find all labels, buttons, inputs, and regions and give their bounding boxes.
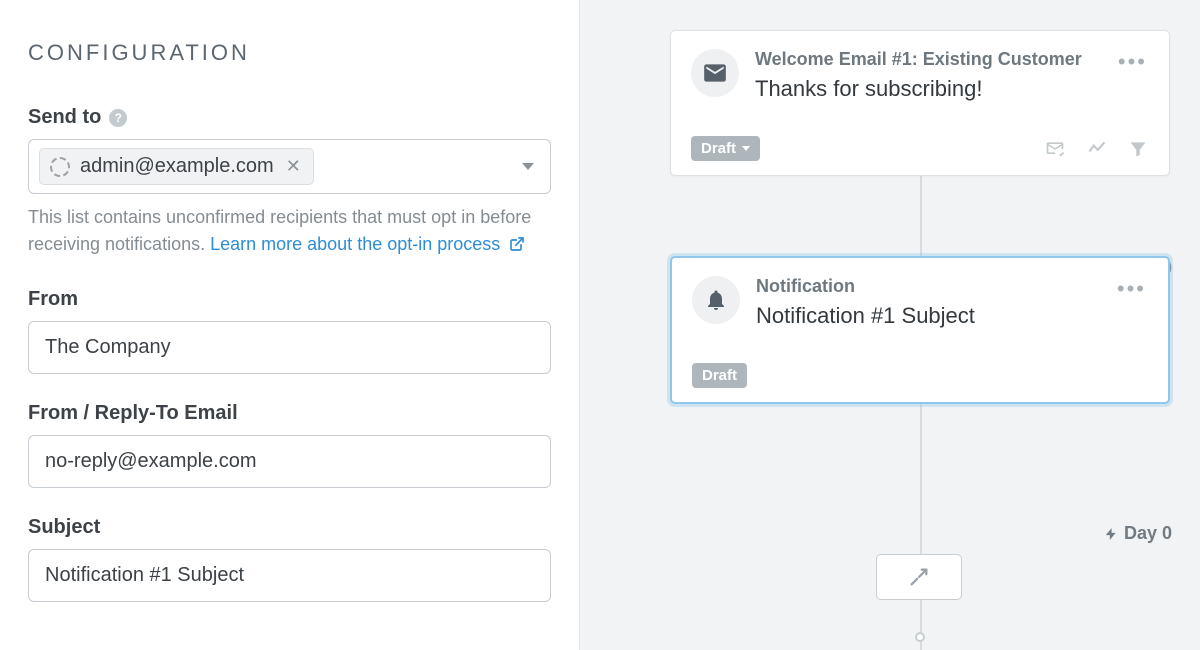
subject-label: Subject — [28, 516, 551, 539]
branch-node[interactable] — [876, 554, 962, 600]
card-action-icons — [1043, 139, 1149, 159]
send-to-label: Send to — [28, 106, 101, 129]
configuration-panel: CONFIGURATION Send to ? admin@example.co… — [0, 0, 580, 650]
from-field: From — [28, 288, 551, 374]
recipient-email: admin@example.com — [80, 155, 274, 178]
learn-more-text: Learn more about the opt-in process — [210, 234, 500, 254]
chevron-down-icon[interactable] — [522, 163, 534, 170]
help-icon[interactable]: ? — [109, 109, 127, 127]
flow-canvas[interactable]: Welcome Email #1: Existing Customer Than… — [580, 0, 1200, 650]
filter-icon[interactable] — [1127, 139, 1149, 159]
flow-card-welcome-email[interactable]: Welcome Email #1: Existing Customer Than… — [670, 30, 1170, 176]
placeholder-circle-icon — [50, 157, 70, 177]
envelope-icon — [691, 49, 739, 97]
mail-check-icon[interactable] — [1043, 139, 1067, 159]
connector-dot — [915, 632, 925, 642]
status-badge[interactable]: Draft — [691, 136, 760, 161]
bell-icon — [692, 276, 740, 324]
send-to-select[interactable]: admin@example.com ✕ — [28, 139, 551, 194]
status-text: Draft — [701, 140, 736, 157]
card-title: Notification — [756, 276, 975, 297]
lightning-icon — [1104, 525, 1118, 543]
learn-more-link[interactable]: Learn more about the opt-in process — [210, 234, 525, 254]
external-link-icon — [509, 233, 525, 260]
analytics-icon[interactable] — [1085, 139, 1109, 159]
card-menu-icon[interactable]: ••• — [1116, 49, 1149, 75]
day-text: Day 0 — [1124, 523, 1172, 544]
remove-recipient-icon[interactable]: ✕ — [284, 156, 303, 177]
recipient-token: admin@example.com ✕ — [39, 148, 314, 185]
card-subtitle: Thanks for subscribing! — [755, 76, 1082, 102]
reply-to-label: From / Reply-To Email — [28, 402, 551, 425]
branch-icon — [908, 566, 930, 588]
reply-to-field: From / Reply-To Email — [28, 402, 551, 488]
panel-title: CONFIGURATION — [28, 40, 551, 66]
status-text: Draft — [702, 367, 737, 384]
chevron-down-icon — [742, 146, 750, 151]
subject-field: Subject — [28, 516, 551, 602]
from-input[interactable] — [28, 321, 551, 374]
flow-card-notification[interactable]: Notification Notification #1 Subject •••… — [670, 256, 1170, 404]
card-menu-icon[interactable]: ••• — [1115, 276, 1148, 302]
card-subtitle: Notification #1 Subject — [756, 303, 975, 329]
from-label: From — [28, 288, 551, 311]
send-to-field: Send to ? admin@example.com ✕ This list … — [28, 106, 551, 260]
reply-to-input[interactable] — [28, 435, 551, 488]
card-title: Welcome Email #1: Existing Customer — [755, 49, 1082, 70]
status-badge[interactable]: Draft — [692, 363, 747, 388]
subject-input[interactable] — [28, 549, 551, 602]
day-label: Day 0 — [1104, 523, 1172, 544]
send-to-helper: This list contains unconfirmed recipient… — [28, 204, 551, 260]
